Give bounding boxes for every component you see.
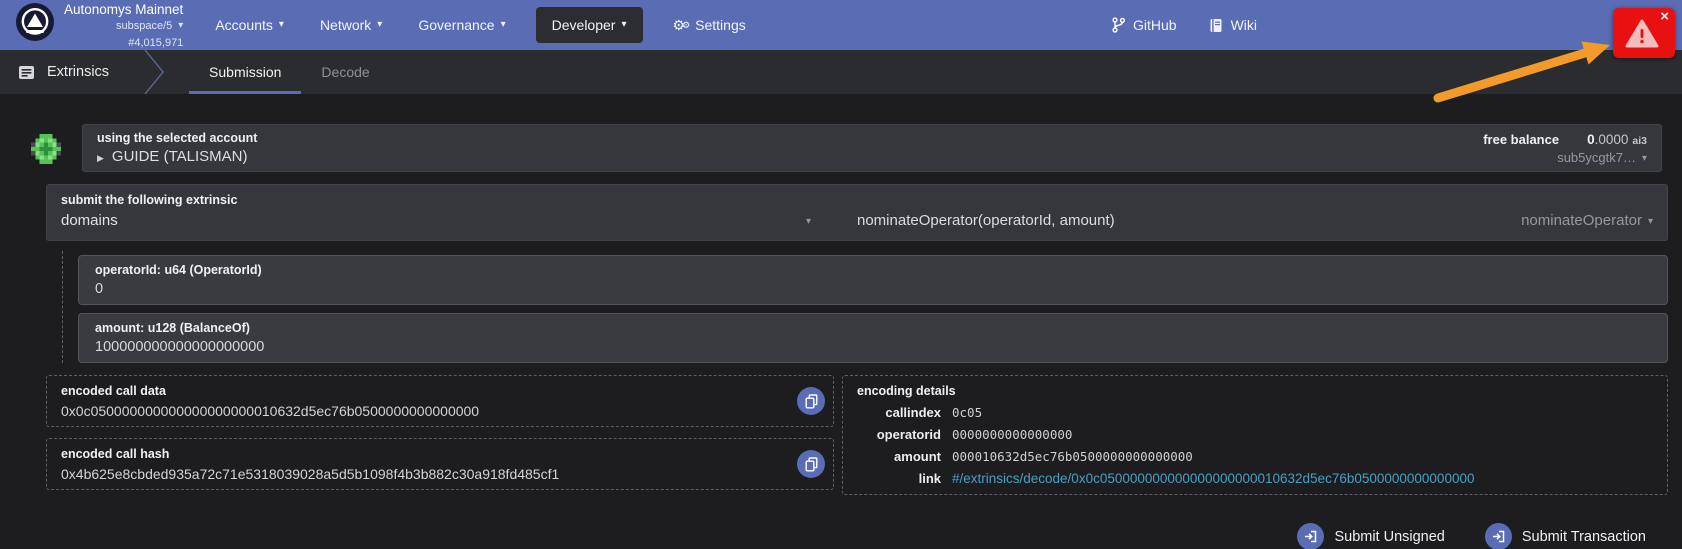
decode-link[interactable]: #/extrinsics/decode/0x0c0500000000000000… <box>952 471 1474 486</box>
tab-submission[interactable]: Submission <box>189 50 302 94</box>
submit-unsigned-button[interactable]: Submit Unsigned <box>1297 523 1445 549</box>
pallet-dropdown[interactable]: domains <box>61 212 857 229</box>
network-name: Autonomys Mainnet <box>64 2 184 17</box>
detail-row-operatorid: operatorid 0000000000000000 <box>876 427 1073 442</box>
triangle-right-icon <box>97 148 112 165</box>
best-block-number: #4,015,971 <box>128 37 184 49</box>
top-nav: Autonomys Mainnet subspace/5 #4,015,971 … <box>0 0 1682 50</box>
action-buttons: Submit Unsigned Submit Transaction <box>0 523 1646 549</box>
detail-row-link: link #/extrinsics/decode/0x0c05000000000… <box>918 471 1475 486</box>
encoding-details-box: encoding details callindex 0c05 operator… <box>842 375 1668 495</box>
account-label: using the selected account <box>97 131 258 145</box>
nav-item-developer[interactable]: Developer <box>535 7 643 43</box>
warning-triangle-icon <box>1625 19 1659 48</box>
book-icon <box>1210 18 1222 32</box>
param-label: operatorId: u64 (OperatorId) <box>95 263 262 277</box>
copy-icon <box>805 456 817 472</box>
account-address-dropdown[interactable]: sub5ycgtk7… <box>1557 150 1647 165</box>
operatorid-input[interactable]: operatorId: u64 (OperatorId) 0 <box>78 255 1668 305</box>
account-identicon[interactable] <box>31 134 61 164</box>
github-link[interactable]: GitHub <box>1112 17 1177 33</box>
encoded-call-hash-box: encoded call hash 0x4b625e8cbded935a72c7… <box>46 438 834 490</box>
wiki-link[interactable]: Wiki <box>1209 17 1257 33</box>
free-balance: free balance 0 .0000 ai3 <box>1483 131 1647 147</box>
encoded-call-data-box: encoded call data 0x0c050000000000000000… <box>46 375 834 427</box>
nav-item-settings[interactable]: ⚙⚙ Settings <box>667 9 752 42</box>
chevron-down-icon <box>800 212 811 229</box>
copy-icon <box>805 393 817 409</box>
close-icon[interactable]: × <box>1660 9 1669 24</box>
sign-in-icon <box>1484 523 1512 549</box>
gears-icon: ⚙⚙ <box>672 16 691 33</box>
app-root: Autonomys Mainnet subspace/5 #4,015,971 … <box>0 0 1682 549</box>
detail-row-callindex: callindex 0c05 <box>885 405 983 420</box>
param-value: 100000000000000000000 <box>95 339 265 355</box>
encoded-call-hash-value: 0x4b625e8cbded935a72c71e5318039028a5d5b1… <box>61 466 560 482</box>
method-selected: nominateOperator <box>1521 212 1653 229</box>
nav-item-accounts[interactable]: Accounts <box>209 9 290 41</box>
copy-call-hash-button[interactable] <box>797 450 825 478</box>
network-selector[interactable]: Autonomys Mainnet subspace/5 #4,015,971 <box>16 0 183 50</box>
copy-call-data-button[interactable] <box>797 387 825 415</box>
params-container: operatorId: u64 (OperatorId) 0 amount: u… <box>62 251 1668 363</box>
param-label: amount: u128 (BalanceOf) <box>95 321 250 335</box>
nav-item-governance[interactable]: Governance <box>412 9 511 41</box>
account-name-dropdown[interactable]: GUIDE (TALISMAN) <box>97 148 257 165</box>
autonomys-logo-icon <box>16 3 54 41</box>
nav-menu: Accounts Network Governance Developer ⚙⚙… <box>209 7 751 43</box>
method-signature: nominateOperator(operatorId, amount) <box>857 212 1115 229</box>
sign-in-icon <box>1297 523 1325 549</box>
nav-external-links: GitHub Wiki <box>1112 0 1257 50</box>
extrinsics-icon <box>19 65 34 79</box>
extrinsic-selector-card: submit the following extrinsic domains n… <box>46 184 1668 241</box>
tab-bar: Extrinsics Submission Decode <box>0 50 1682 94</box>
amount-input[interactable]: amount: u128 (BalanceOf) 100000000000000… <box>78 313 1668 363</box>
section-title: Extrinsics <box>18 50 143 94</box>
method-dropdown[interactable]: nominateOperator(operatorId, amount) nom… <box>857 212 1653 229</box>
tab-decode[interactable]: Decode <box>301 50 389 94</box>
encoded-outputs: encoded call data 0x0c050000000000000000… <box>46 375 1668 495</box>
param-value: 0 <box>95 281 104 297</box>
network-spec[interactable]: subspace/5 <box>116 19 183 34</box>
extrinsic-label: submit the following extrinsic <box>61 193 238 207</box>
encoded-call-data-value: 0x0c050000000000000000000010632d5ec76b05… <box>61 403 480 419</box>
warning-badge[interactable]: × <box>1613 8 1675 58</box>
nav-item-network[interactable]: Network <box>314 9 388 41</box>
git-branch-icon <box>1112 17 1125 33</box>
breadcrumb-chevron <box>144 50 164 94</box>
tabs: Submission Decode <box>189 50 390 94</box>
selected-account-card: using the selected account GUIDE (TALISM… <box>31 124 1662 172</box>
detail-row-amount: amount 000010632d5ec76b0500000000000000 <box>894 449 1193 464</box>
submit-transaction-button[interactable]: Submit Transaction <box>1484 523 1646 549</box>
